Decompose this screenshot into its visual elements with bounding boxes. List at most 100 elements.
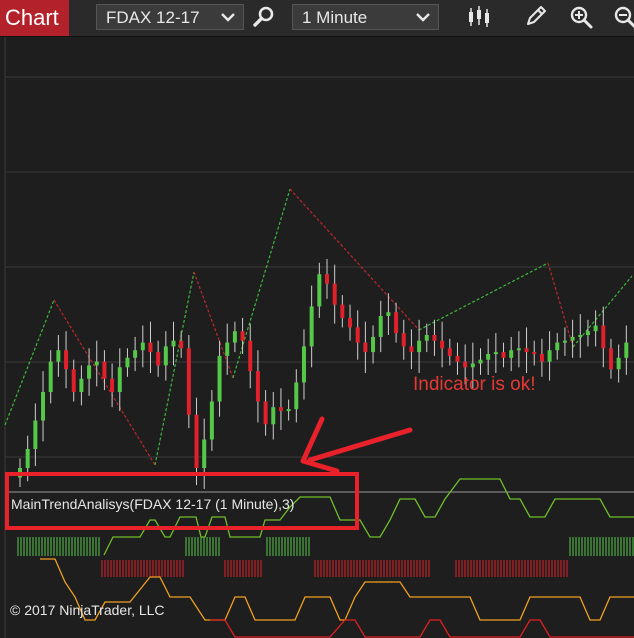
candle-up <box>79 378 84 392</box>
bar-style-icon[interactable] <box>466 4 492 30</box>
candle-up <box>486 354 491 360</box>
candle-down <box>179 340 184 349</box>
candle-down <box>325 274 329 284</box>
candle-up <box>225 342 230 356</box>
candle-down <box>148 342 153 353</box>
candle-down <box>156 352 161 366</box>
candle-down <box>186 348 191 415</box>
search-icon[interactable] <box>251 4 277 30</box>
candle-down <box>409 346 414 353</box>
candle-up <box>41 392 46 421</box>
candle-up <box>585 331 590 335</box>
candle-down <box>539 354 544 362</box>
candle-up <box>117 367 122 392</box>
candle-down <box>332 283 337 305</box>
annotation-arrow-head <box>300 416 340 474</box>
copyright-text: © 2017 NinjaTrader, LLC <box>10 602 165 618</box>
candle-down <box>102 361 107 379</box>
interval-value: 1 Minute <box>302 8 368 27</box>
candle-up <box>202 439 207 468</box>
candle-up <box>509 350 514 358</box>
annotation-arrow-shaft <box>307 427 413 463</box>
candle-down <box>432 335 437 341</box>
candle-down <box>194 414 199 468</box>
candle-up <box>470 363 475 368</box>
candle-up <box>378 316 383 337</box>
candle-up <box>56 350 61 362</box>
step-line-green <box>103 478 634 556</box>
candle-up <box>232 331 237 343</box>
candle-down <box>240 331 245 341</box>
pencil-icon[interactable] <box>522 4 548 30</box>
toolbar: Chart FDAX 12-17 1 Minute <box>0 0 634 37</box>
candle-down <box>455 355 460 362</box>
candle-up <box>562 340 567 343</box>
candle-down <box>64 350 69 370</box>
candle-up <box>578 335 583 337</box>
candle-up <box>417 340 422 353</box>
trend-line-down <box>547 262 574 348</box>
candle-up <box>616 357 621 370</box>
candle-up <box>301 346 306 383</box>
candle-down <box>447 348 452 356</box>
chevron-down-icon <box>221 13 235 22</box>
candle-up <box>555 342 560 351</box>
candle-down <box>248 340 253 372</box>
indicator-label: MainTrendAnalisys(FDAX 12-17 (1 Minute),… <box>11 496 295 512</box>
candle-down <box>348 317 353 328</box>
candle-down <box>601 325 606 349</box>
candle-down <box>401 333 406 347</box>
candle-up <box>624 342 629 358</box>
candle-up <box>25 449 30 468</box>
candle-up <box>133 350 138 358</box>
candle-down <box>110 378 115 392</box>
candle-down <box>463 361 468 368</box>
candle-up <box>209 401 214 440</box>
candle-down <box>394 312 399 334</box>
candle-down <box>340 304 345 318</box>
candle-down <box>532 352 537 355</box>
candle-up <box>163 346 168 366</box>
zoom-out-icon[interactable] <box>612 4 634 30</box>
candle-down <box>355 327 360 343</box>
candle-up <box>125 357 130 368</box>
candle-up <box>171 340 176 347</box>
candle-up <box>217 355 222 402</box>
chart-plot-area[interactable] <box>0 37 634 638</box>
instrument-value: FDAX 12-17 <box>106 8 200 27</box>
candle-down <box>278 407 283 411</box>
chart-window: Chart FDAX 12-17 1 Minute MainTrendAnali… <box>0 0 634 638</box>
candle-up <box>294 382 299 410</box>
candle-up <box>140 342 145 351</box>
candle-up <box>478 359 483 364</box>
candle-up <box>593 325 598 332</box>
candle-down <box>255 371 260 402</box>
candle-down <box>440 340 445 349</box>
step-line-red <box>210 619 634 638</box>
chart-tab[interactable]: Chart <box>0 0 69 36</box>
instrument-selector[interactable]: FDAX 12-17 <box>96 4 244 30</box>
candle-up <box>33 420 38 449</box>
candle-up <box>309 306 314 347</box>
candle-up <box>386 312 391 316</box>
trend-line-up <box>418 262 549 331</box>
candle-up <box>371 336 376 353</box>
candle-up <box>48 361 53 392</box>
candle-up <box>516 348 521 351</box>
candle-down <box>501 352 506 358</box>
trend-line-down <box>289 188 420 331</box>
candle-down <box>608 348 613 370</box>
candle-down <box>363 342 368 353</box>
interval-selector[interactable]: 1 Minute <box>292 4 439 30</box>
chevron-down-icon <box>416 13 430 22</box>
annotation-text: Indicator is ok! <box>413 374 536 395</box>
candle-up <box>317 274 322 307</box>
candle-down <box>524 348 529 353</box>
candle-up <box>94 361 99 366</box>
candle-up <box>424 335 429 341</box>
zoom-in-icon[interactable] <box>568 4 594 30</box>
candle-up <box>286 409 291 412</box>
candle-down <box>263 401 268 425</box>
candle-up <box>271 407 276 425</box>
candle-up <box>87 365 92 379</box>
